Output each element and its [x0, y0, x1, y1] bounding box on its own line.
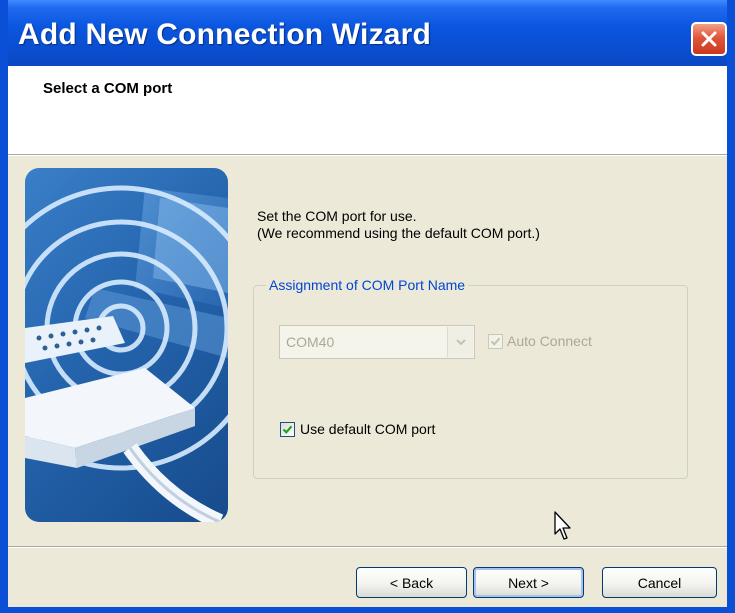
window-title: Add New Connection Wizard	[18, 18, 432, 51]
com-port-group: Assignment of COM Port Name COM40 Auto C…	[253, 277, 688, 479]
com-port-dropdown-button[interactable]	[447, 327, 473, 357]
serial-cable-illustration	[25, 168, 228, 522]
instruction-line-2: (We recommend using the default COM port…	[257, 225, 540, 241]
use-default-option[interactable]: Use default COM port	[280, 421, 435, 437]
page-title: Select a COM port	[43, 80, 173, 97]
auto-connect-option[interactable]: Auto Connect	[488, 333, 592, 349]
wizard-window: Add New Connection Wizard Select a COM p…	[0, 0, 735, 613]
checkmark-icon	[490, 337, 501, 346]
auto-connect-checkbox[interactable]	[488, 333, 503, 349]
back-button[interactable]: < Back	[356, 567, 467, 598]
com-port-select[interactable]: COM40	[279, 325, 475, 359]
instruction-line-1: Set the COM port for use.	[257, 208, 417, 224]
hero-graphic	[25, 185, 228, 522]
close-icon	[701, 31, 717, 47]
chevron-down-icon	[455, 339, 466, 346]
instructions: Set the COM port for use. (We recommend …	[257, 208, 540, 242]
wizard-header: Select a COM port	[8, 66, 727, 155]
next-button[interactable]: Next >	[473, 567, 584, 598]
title-bar[interactable]: Add New Connection Wizard	[8, 0, 727, 66]
use-default-checkbox[interactable]	[280, 421, 295, 437]
checkmark-icon	[282, 425, 293, 434]
cancel-button[interactable]: Cancel	[602, 567, 717, 598]
close-button[interactable]	[691, 22, 727, 56]
footer-divider	[8, 546, 727, 548]
mouse-pointer-icon	[554, 511, 571, 540]
group-legend: Assignment of COM Port Name	[266, 277, 469, 293]
com-port-value: COM40	[286, 334, 335, 350]
use-default-label: Use default COM port	[300, 421, 436, 437]
auto-connect-label: Auto Connect	[507, 333, 592, 349]
